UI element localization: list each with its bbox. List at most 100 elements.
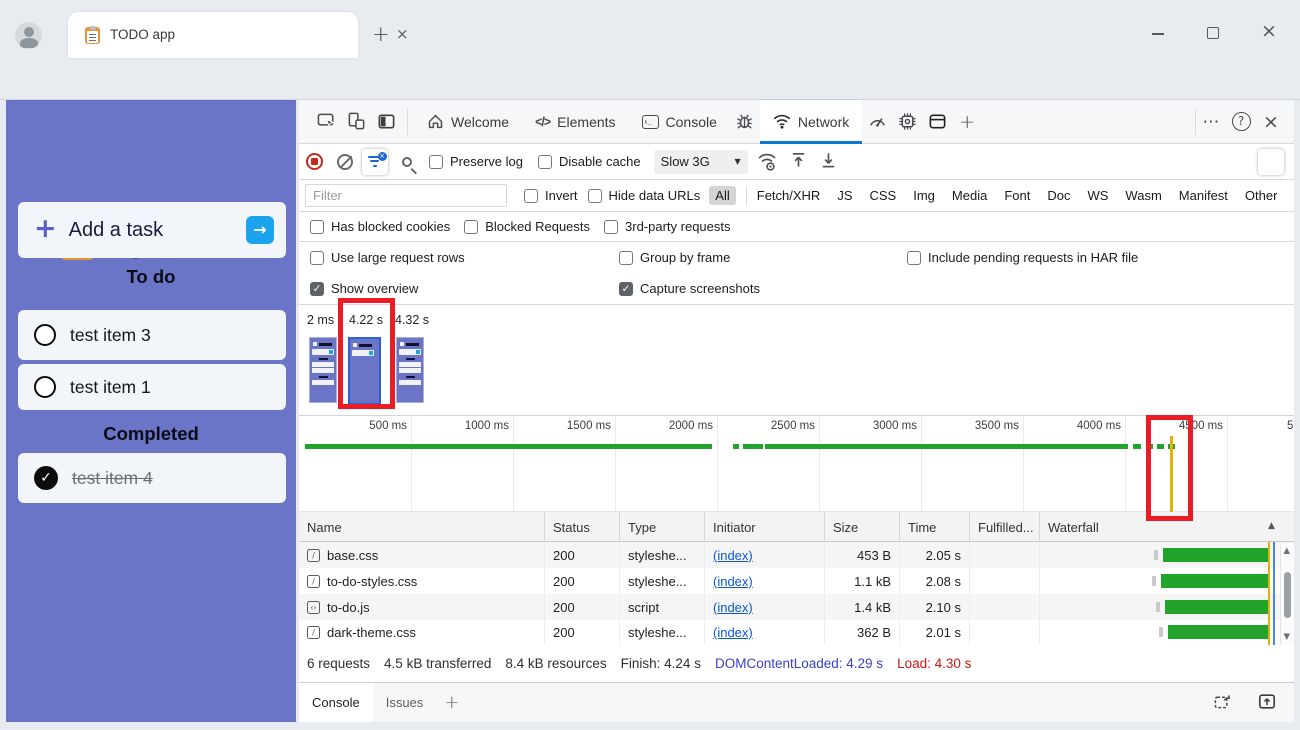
search-icon[interactable] <box>402 157 412 167</box>
inspect-element-icon[interactable] <box>311 107 341 137</box>
profile-avatar[interactable] <box>15 22 42 49</box>
filmstrip-thumbnail[interactable] <box>309 337 337 403</box>
issues-bug-icon[interactable] <box>730 107 760 137</box>
scroll-down-icon[interactable]: ▼ <box>1284 632 1291 642</box>
filmstrip-thumbnail[interactable] <box>396 337 424 403</box>
filter-type-media[interactable]: Media <box>952 188 987 203</box>
scroll-up-icon[interactable]: ▲ <box>1284 546 1291 556</box>
tab-network[interactable]: Network <box>760 100 862 144</box>
browser-tab[interactable]: TODO app × <box>68 12 358 58</box>
todo-checkbox[interactable] <box>34 376 56 398</box>
request-row[interactable]: /base.css 200 styleshe... (index) 453 B … <box>299 542 1294 568</box>
use-large-request-rows-checkbox[interactable]: Use large request rows <box>310 250 465 265</box>
filter-type-font[interactable]: Font <box>1004 188 1030 203</box>
column-header-size[interactable]: Size <box>824 512 899 542</box>
column-header-name[interactable]: Name <box>299 512 544 542</box>
filter-type-fetch-xhr[interactable]: Fetch/XHR <box>757 188 821 203</box>
request-row[interactable]: /dark-theme.css 200 styleshe... (index) … <box>299 620 1294 645</box>
new-tab-button[interactable]: + <box>372 22 390 46</box>
filter-type-img[interactable]: Img <box>913 188 935 203</box>
initiator-link[interactable]: (index) <box>713 548 753 563</box>
expand-drawer-icon[interactable] <box>1258 693 1276 713</box>
hide-data-urls-checkbox[interactable]: Hide data URLs <box>588 188 701 203</box>
show-overview-checkbox[interactable]: ✓Show overview <box>310 281 418 296</box>
todo-item[interactable]: test item 1 <box>18 364 286 410</box>
filter-type-doc[interactable]: Doc <box>1047 188 1070 203</box>
capture-screenshots-checkbox[interactable]: ✓Capture screenshots <box>619 281 760 296</box>
todo-item[interactable]: test item 3 <box>18 310 286 360</box>
window-maximize-button[interactable] <box>1207 27 1219 39</box>
add-task-input[interactable]: + Add a task → <box>18 202 286 258</box>
performance-icon[interactable] <box>862 107 892 137</box>
initiator-link[interactable]: (index) <box>713 600 753 615</box>
dropdown-icon: ▼ <box>734 157 740 166</box>
filter-type-js[interactable]: JS <box>837 188 852 203</box>
tab-elements[interactable]: </> Elements <box>522 100 628 144</box>
waterfall-queue-tick <box>1152 576 1156 586</box>
throttling-select[interactable]: Slow 3G ▼ <box>654 150 748 174</box>
tab-close-icon[interactable]: × <box>396 25 409 43</box>
devtools-more-options-icon[interactable]: ⋯ <box>1196 107 1226 137</box>
clear-network-log-icon[interactable] <box>337 154 353 170</box>
column-header-type[interactable]: Type <box>619 512 704 542</box>
blocked-requests-checkbox[interactable]: Blocked Requests <box>464 219 590 234</box>
filter-toggle-icon[interactable]: × <box>362 149 388 175</box>
help-icon[interactable]: ? <box>1226 107 1256 137</box>
completed-item[interactable]: ✓ test item 4 <box>18 453 286 503</box>
has-blocked-cookies-checkbox[interactable]: Has blocked cookies <box>310 219 450 234</box>
preserve-log-checkbox[interactable]: Preserve log <box>429 154 523 169</box>
scrollbar-thumb[interactable] <box>1284 572 1291 618</box>
filter-type-other[interactable]: Other <box>1245 188 1278 203</box>
network-summary-bar: 6 requests 4.5 kB transferred 8.4 kB res… <box>299 645 1294 683</box>
record-network-log-button[interactable] <box>306 153 323 170</box>
initiator-link[interactable]: (index) <box>713 574 753 589</box>
filter-input[interactable] <box>305 184 507 207</box>
window-close-button[interactable]: × <box>1261 20 1277 42</box>
third-party-requests-checkbox[interactable]: 3rd-party requests <box>604 219 731 234</box>
window-minimize-button[interactable] <box>1152 33 1164 35</box>
network-conditions-icon[interactable] <box>757 153 777 171</box>
group-by-frame-checkbox[interactable]: Group by frame <box>619 250 730 265</box>
todo-item-label: test item 1 <box>70 377 151 398</box>
table-scrollbar[interactable]: ▲ ▼ <box>1280 543 1294 645</box>
console-icon: ›_ <box>642 115 659 129</box>
tab-console[interactable]: ›_ Console <box>629 100 730 144</box>
column-header-fulfilled[interactable]: Fulfilled... <box>969 512 1039 542</box>
layout-panel-icon[interactable] <box>922 107 952 137</box>
devtools-drawer: Console Issues + <box>299 683 1294 722</box>
filter-type-ws[interactable]: WS <box>1087 188 1108 203</box>
timeline-tick: 2500 ms <box>771 420 819 432</box>
devtools-close-icon[interactable]: × <box>1256 107 1286 137</box>
transferred-size: 4.5 kB transferred <box>384 656 491 671</box>
sort-ascending-icon[interactable]: ▲ <box>1268 521 1275 531</box>
device-emulation-icon[interactable] <box>341 107 371 137</box>
initiator-link[interactable]: (index) <box>713 625 753 640</box>
drawer-more-tools-button[interactable]: + <box>444 692 459 713</box>
filter-type-css[interactable]: CSS <box>870 188 897 203</box>
tab-welcome[interactable]: Welcome <box>414 100 522 144</box>
drawer-tab-console[interactable]: Console <box>299 683 373 722</box>
restore-drawer-icon[interactable] <box>1213 693 1232 713</box>
filter-type-wasm[interactable]: Wasm <box>1125 188 1161 203</box>
request-row[interactable]: ‹›to-do.js 200 script (index) 1.4 kB 2.1… <box>299 594 1294 620</box>
invert-checkbox[interactable]: Invert <box>524 188 578 203</box>
memory-icon[interactable] <box>892 107 922 137</box>
import-har-icon[interactable] <box>790 151 807 172</box>
add-task-submit-button[interactable]: → <box>246 216 274 244</box>
request-row[interactable]: /to-do-styles.css 200 styleshe... (index… <box>299 568 1294 594</box>
drawer-tab-issues[interactable]: Issues <box>373 683 437 722</box>
network-settings-gear-icon[interactable] <box>1258 149 1284 175</box>
include-pending-requests-checkbox[interactable]: Include pending requests in HAR file <box>907 250 1138 265</box>
todo-checkbox[interactable] <box>34 324 56 346</box>
filter-type-manifest[interactable]: Manifest <box>1179 188 1228 203</box>
column-header-status[interactable]: Status <box>544 512 619 542</box>
network-overview-timeline[interactable]: 500 ms 1000 ms 1500 ms 2000 ms 2500 ms 3… <box>299 415 1294 512</box>
column-header-initiator[interactable]: Initiator <box>704 512 824 542</box>
disable-cache-checkbox[interactable]: Disable cache <box>538 154 641 169</box>
dock-side-icon[interactable] <box>371 107 401 137</box>
column-header-time[interactable]: Time <box>899 512 969 542</box>
export-har-icon[interactable] <box>820 151 837 172</box>
more-tabs-button[interactable]: + <box>952 107 982 137</box>
completed-checkbox-icon[interactable]: ✓ <box>34 466 58 490</box>
filter-type-all[interactable]: All <box>709 186 735 205</box>
